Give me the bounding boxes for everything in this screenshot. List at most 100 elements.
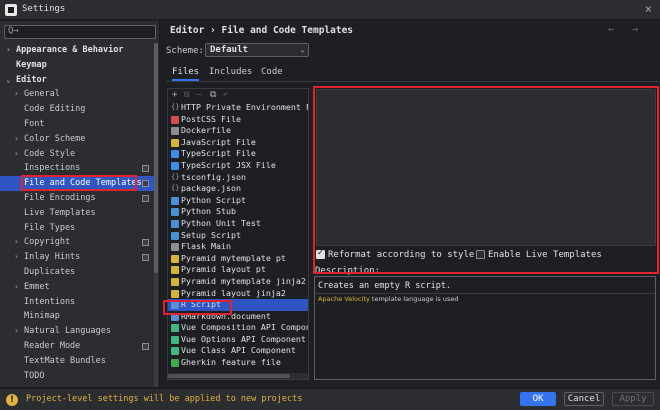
close-icon[interactable]: ×: [645, 2, 652, 16]
template-list-item[interactable]: {} package.json: [168, 183, 308, 195]
reset-icon[interactable]: ↶: [223, 89, 228, 101]
sidebar-item-label: Duplicates: [24, 266, 76, 277]
sidebar-item-label: General: [24, 89, 60, 100]
nav-back-forward-icon[interactable]: ← →: [608, 24, 644, 35]
sidebar-item[interactable]: › Inlay Hints: [0, 250, 154, 265]
remove-icon[interactable]: ⊟: [184, 89, 189, 101]
sidebar-item-label: File Encodings: [24, 192, 96, 203]
sidebar-item-label: Natural Languages: [24, 326, 111, 337]
list-horizontal-scrollbar[interactable]: [168, 373, 308, 379]
template-list-item[interactable]: PostCSS File: [168, 114, 308, 126]
tab-files[interactable]: Files: [172, 65, 200, 81]
chevron-right-icon[interactable]: ›: [14, 280, 19, 295]
sidebar-item-label: Inspections: [24, 163, 81, 174]
template-list-item[interactable]: TypeScript JSX File: [168, 160, 308, 172]
template-list-item-label: TypeScript File: [181, 148, 256, 159]
sidebar-item[interactable]: Live Templates: [0, 206, 154, 221]
template-list-item[interactable]: Pyramid mytemplate pt: [168, 253, 308, 265]
velocity-link[interactable]: Apache Velocity: [318, 295, 370, 303]
project-scope-icon: [142, 165, 149, 173]
list-scrollbar-thumb[interactable]: [168, 374, 290, 378]
sidebar-item[interactable]: › Emmet: [0, 280, 154, 295]
template-list-item[interactable]: {} tsconfig.json: [168, 172, 308, 184]
template-list-item[interactable]: Pyramid layout pt: [168, 264, 308, 276]
chevron-down-icon[interactable]: ⌄: [6, 73, 11, 88]
sidebar-item-label: Emmet: [24, 281, 50, 292]
sidebar-item[interactable]: ⌄ Editor: [0, 73, 154, 88]
sidebar-item[interactable]: › Color Scheme: [0, 132, 154, 147]
file-type-icon: [171, 150, 179, 159]
template-list-item[interactable]: Vue Composition API Component: [168, 322, 308, 334]
template-list-item[interactable]: JavaScript File: [168, 137, 308, 149]
app-icon: [5, 4, 17, 16]
chevron-right-icon[interactable]: ›: [14, 87, 19, 102]
template-list-item[interactable]: Vue Class API Component: [168, 345, 308, 357]
breadcrumb: Editor › File and Code Templates: [170, 25, 354, 36]
sidebar-item[interactable]: Duplicates: [0, 265, 154, 280]
template-list-item[interactable]: Vue Options API Component: [168, 334, 308, 346]
search-input[interactable]: Q→: [4, 25, 156, 39]
sidebar-item[interactable]: Inspections: [0, 161, 154, 176]
sidebar-item[interactable]: TODO: [0, 369, 154, 384]
reformat-label[interactable]: Reformat according to style: [328, 250, 474, 260]
ok-button[interactable]: OK: [520, 392, 556, 406]
chevron-right-icon[interactable]: ›: [6, 43, 11, 58]
sidebar-item-label: Keymap: [16, 59, 47, 70]
sidebar-item[interactable]: File Encodings: [0, 191, 154, 206]
file-type-icon: [171, 347, 179, 356]
sidebar-item[interactable]: Minimap: [0, 309, 154, 324]
sidebar-item[interactable]: › Appearance & Behavior: [0, 43, 154, 58]
chevron-right-icon[interactable]: ›: [14, 235, 19, 250]
template-list-item-label: Gherkin feature file: [181, 357, 281, 368]
template-list-item[interactable]: Setup Script: [168, 230, 308, 242]
cancel-button[interactable]: Cancel: [564, 392, 604, 406]
add-icon[interactable]: +: [172, 89, 177, 101]
settings-tree: › Appearance & Behavior Keymap ⌄ Editor › Gene…: [0, 43, 154, 383]
template-list-item[interactable]: Python Unit Test: [168, 218, 308, 230]
sidebar-item[interactable]: Intentions: [0, 295, 154, 310]
template-list-item[interactable]: TypeScript File: [168, 148, 308, 160]
template-list-item[interactable]: Pyramid mytemplate jinja2: [168, 276, 308, 288]
sidebar-item[interactable]: › Code Style: [0, 147, 154, 162]
template-list-item[interactable]: Pyramid layout jinja2: [168, 288, 308, 300]
template-list-item[interactable]: {}HTTP Private Environment File: [168, 102, 308, 114]
chevron-right-icon[interactable]: ›: [14, 132, 19, 147]
template-list-item[interactable]: R Script: [168, 299, 308, 311]
template-list-item[interactable]: Python Script: [168, 195, 308, 207]
sidebar-scrollbar[interactable]: [154, 43, 158, 387]
minus-icon[interactable]: —: [196, 89, 201, 101]
description-label: Description:: [315, 266, 381, 276]
tab-code[interactable]: Code: [261, 65, 283, 81]
apply-button[interactable]: Apply: [612, 392, 654, 406]
sidebar-item[interactable]: › Copyright: [0, 235, 154, 250]
scheme-select[interactable]: Default ⌄: [205, 43, 309, 57]
sidebar-item[interactable]: Reader Mode: [0, 339, 154, 354]
template-list-item[interactable]: Flask Main: [168, 241, 308, 253]
template-list-item[interactable]: Python Stub: [168, 206, 308, 218]
template-editor[interactable]: [316, 89, 656, 246]
sidebar-scrollbar-thumb[interactable]: [154, 43, 158, 273]
sidebar-item[interactable]: › Natural Languages: [0, 324, 154, 339]
live-templates-checkbox[interactable]: [476, 250, 485, 259]
sidebar-item[interactable]: Code Editing: [0, 102, 154, 117]
sidebar-item[interactable]: TextMate Bundles: [0, 354, 154, 369]
sidebar-item[interactable]: Keymap: [0, 58, 154, 73]
sidebar-item-label: Editor: [16, 74, 47, 85]
project-scope-icon: [142, 254, 149, 262]
sidebar-item[interactable]: File and Code Templates: [0, 176, 154, 191]
tab-includes[interactable]: Includes: [209, 65, 252, 81]
sidebar-item[interactable]: File Types: [0, 221, 154, 236]
sidebar-item[interactable]: › General: [0, 87, 154, 102]
copy-icon[interactable]: ⧉: [210, 89, 216, 101]
chevron-right-icon[interactable]: ›: [14, 250, 19, 265]
chevron-right-icon[interactable]: ›: [14, 324, 19, 339]
template-list-item[interactable]: Gherkin feature file: [168, 357, 308, 369]
reformat-checkbox[interactable]: [316, 248, 325, 259]
sidebar-item[interactable]: Font: [0, 117, 154, 132]
chevron-right-icon[interactable]: ›: [14, 147, 19, 162]
template-list-item[interactable]: RMarkdown.document: [168, 311, 308, 323]
file-type-icon: [171, 219, 179, 228]
file-type-icon: [171, 127, 179, 136]
live-templates-label[interactable]: Enable Live Templates: [488, 250, 602, 260]
template-list-item[interactable]: Dockerfile: [168, 125, 308, 137]
